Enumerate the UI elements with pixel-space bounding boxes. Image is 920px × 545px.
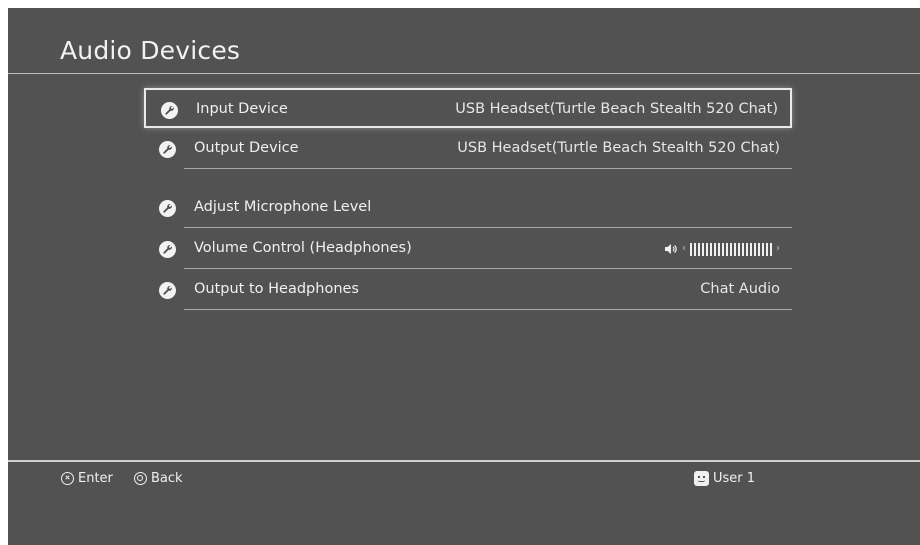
input-device-row[interactable]: Input Device USB Headset(Turtle Beach St…	[144, 88, 792, 128]
input-device-label: Input Device	[196, 101, 288, 117]
volume-bar	[714, 242, 716, 256]
row-divider	[184, 168, 792, 169]
volume-bar	[758, 242, 760, 256]
volume-level-bars	[690, 242, 772, 256]
volume-bar	[762, 242, 764, 256]
wrench-icon	[159, 141, 176, 158]
wrench-icon	[161, 102, 178, 119]
volume-bar	[718, 242, 720, 256]
volume-bar	[722, 242, 724, 256]
enter-hint-label: Enter	[78, 470, 113, 486]
volume-bar	[710, 242, 712, 256]
volume-bar	[738, 242, 740, 256]
cross-button-icon	[61, 471, 74, 485]
volume-control-row[interactable]: Volume Control (Headphones) ‹ ›	[144, 229, 792, 269]
back-hint[interactable]: Back	[134, 470, 183, 486]
volume-decrease-arrow-icon[interactable]: ‹	[682, 242, 686, 256]
volume-bar	[706, 242, 708, 256]
wrench-icon	[159, 282, 176, 299]
adjust-microphone-level-label: Adjust Microphone Level	[194, 199, 372, 215]
user-avatar-icon	[694, 470, 709, 486]
row-divider	[184, 309, 792, 310]
output-device-row[interactable]: Output Device USB Headset(Turtle Beach S…	[144, 129, 792, 169]
page-title: Audio Devices	[60, 36, 241, 65]
volume-bar	[746, 242, 748, 256]
volume-bar	[742, 242, 744, 256]
volume-bar	[734, 242, 736, 256]
user-indicator: User 1	[694, 470, 755, 486]
volume-bar	[766, 242, 768, 256]
volume-bar	[694, 242, 696, 256]
volume-bar	[730, 242, 732, 256]
input-device-value: USB Headset(Turtle Beach Stealth 520 Cha…	[455, 101, 778, 117]
output-to-headphones-value: Chat Audio	[700, 281, 780, 297]
adjust-microphone-level-row[interactable]: Adjust Microphone Level	[144, 188, 792, 228]
volume-bar	[770, 242, 772, 256]
audio-devices-screen: Audio Devices Input Device USB Headset(T…	[8, 8, 920, 545]
volume-bar	[698, 242, 700, 256]
row-divider	[184, 268, 792, 269]
circle-button-icon	[134, 471, 147, 485]
wrench-icon	[159, 241, 176, 258]
output-device-value: USB Headset(Turtle Beach Stealth 520 Cha…	[457, 140, 780, 156]
enter-hint[interactable]: Enter	[61, 470, 113, 486]
volume-bar	[702, 242, 704, 256]
user-name: User 1	[713, 470, 756, 486]
output-to-headphones-label: Output to Headphones	[194, 281, 359, 297]
volume-control-label: Volume Control (Headphones)	[194, 240, 412, 256]
volume-bar	[754, 242, 756, 256]
volume-bar	[750, 242, 752, 256]
volume-bar	[690, 242, 692, 256]
footer-divider	[8, 460, 920, 462]
output-to-headphones-row[interactable]: Output to Headphones Chat Audio	[144, 270, 792, 310]
back-hint-label: Back	[151, 470, 183, 486]
header-divider	[8, 73, 920, 74]
volume-bar	[726, 242, 728, 256]
wrench-icon	[159, 200, 176, 217]
volume-increase-arrow-icon[interactable]: ›	[776, 242, 780, 256]
volume-slider[interactable]: ‹ ›	[664, 242, 780, 256]
output-device-label: Output Device	[194, 140, 299, 156]
row-divider	[184, 227, 792, 228]
speaker-icon	[665, 244, 677, 254]
